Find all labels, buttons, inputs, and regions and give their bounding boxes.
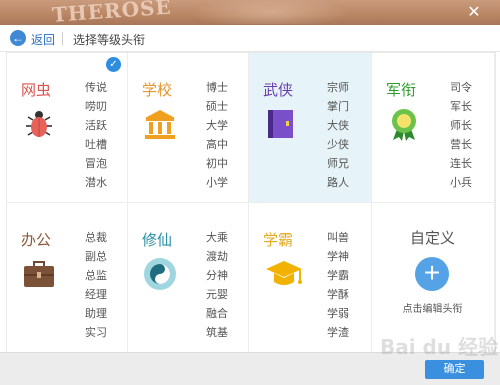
rank-item[interactable]: 总裁 [85, 229, 107, 248]
close-button[interactable]: ✕ [466, 5, 482, 21]
rank-item[interactable]: 学渣 [327, 324, 349, 343]
rank-item[interactable]: 学霸 [327, 267, 349, 286]
rank-item[interactable]: 活跃 [85, 117, 107, 136]
nav-bar: ← 返回 选择等级头衔 [0, 25, 500, 52]
rank-item[interactable]: 融合 [206, 305, 228, 324]
rank-item[interactable]: 潜水 [85, 174, 107, 193]
rank-item[interactable]: 初中 [206, 155, 228, 174]
rank-item[interactable]: 总监 [85, 267, 107, 286]
rank-item[interactable]: 师兄 [327, 155, 349, 174]
rank-item[interactable]: 分神 [206, 267, 228, 286]
category-card[interactable]: 武侠 宗师 掌门 大侠 少侠 师兄 路人 [249, 53, 372, 203]
rank-item[interactable]: 学神 [327, 248, 349, 267]
rank-item[interactable]: 叫兽 [327, 229, 349, 248]
rank-item[interactable]: 小兵 [450, 174, 472, 193]
category-title: 学校 [142, 82, 173, 99]
rank-item[interactable]: 宗师 [327, 79, 349, 98]
rank-item[interactable]: 高中 [206, 136, 228, 155]
category-title: 网虫 [21, 82, 52, 99]
rank-list: 大乘 渡劫 分神 元婴 融合 筑基 [206, 229, 228, 343]
custom-caption: 点击编辑头衔 [402, 304, 463, 315]
rank-item[interactable]: 学酥 [327, 286, 349, 305]
rank-list: 传说 唠叨 活跃 吐槽 冒泡 潜水 [85, 79, 107, 193]
nav-divider [62, 32, 63, 45]
rank-item[interactable]: 师长 [450, 117, 472, 136]
banner-art-glow [190, 0, 350, 24]
back-link[interactable]: 返回 [31, 31, 55, 48]
rank-list: 叫兽 学神 学霸 学酥 学弱 学渣 [327, 229, 349, 343]
briefcase-icon [22, 257, 56, 291]
rank-item[interactable]: 军长 [450, 98, 472, 117]
rank-item[interactable]: 助理 [85, 305, 107, 324]
rank-item[interactable]: 冒泡 [85, 155, 107, 174]
medal-icon [387, 107, 421, 141]
rank-item[interactable]: 吐槽 [85, 136, 107, 155]
category-grid: 网虫 传说 唠叨 活跃 吐槽 冒泡 潜水 ✓ 学校 博士 硕士 大学 高中 初中 小学 武侠 宗师 掌门 大侠 少侠师… [6, 52, 496, 354]
rank-list: 宗师 掌门 大侠 少侠 师兄 路人 [327, 79, 349, 193]
page-title: 选择等级头衔 [73, 33, 146, 47]
rank-item[interactable]: 连长 [450, 155, 472, 174]
rank-list: 总裁 副总 总监 经理 助理 实习 [85, 229, 107, 343]
rank-item[interactable]: 筑基 [206, 324, 228, 343]
category-card[interactable]: 军衔 司令 军长 师长 营长 连长 小兵 [372, 53, 495, 203]
title-banner: THEROSE ✕ [0, 0, 500, 25]
rank-item[interactable]: 硕士 [206, 98, 228, 117]
rank-item[interactable]: 副总 [85, 248, 107, 267]
category-card[interactable]: 修仙 大乘 渡劫 分神 元婴 融合 筑基 [128, 203, 249, 353]
back-arrow-icon[interactable]: ← [10, 30, 26, 46]
selected-check-icon: ✓ [106, 57, 121, 72]
category-title: 军衔 [386, 82, 417, 99]
rank-item[interactable]: 博士 [206, 79, 228, 98]
rank-item[interactable]: 小学 [206, 174, 228, 193]
bug-icon [22, 107, 56, 141]
category-title: 办公 [21, 232, 52, 249]
rank-item[interactable]: 路人 [327, 174, 349, 193]
category-card[interactable]: 学校 博士 硕士 大学 高中 初中 小学 [128, 53, 249, 203]
rank-item[interactable]: 唠叨 [85, 98, 107, 117]
category-title: 修仙 [142, 232, 173, 249]
add-plus-icon[interactable]: + [415, 257, 449, 291]
rank-item[interactable]: 渡劫 [206, 248, 228, 267]
yin-yang-icon [143, 257, 177, 291]
category-card[interactable]: 学霸 叫兽 学神 学霸 学酥 学弱 学渣 [249, 203, 372, 353]
rank-item[interactable]: 元婴 [206, 286, 228, 305]
rank-item[interactable]: 营长 [450, 136, 472, 155]
custom-title: 自定义 [409, 230, 455, 247]
confirm-button[interactable]: 确定 [425, 360, 484, 379]
rank-list: 司令 军长 师长 营长 连长 小兵 [450, 79, 472, 193]
category-card[interactable]: 办公 总裁 副总 总监 经理 助理 实习 [7, 203, 128, 353]
rank-item[interactable]: 经理 [85, 286, 107, 305]
rank-item[interactable]: 大乘 [206, 229, 228, 248]
rank-item[interactable]: 掌门 [327, 98, 349, 117]
martial-book-icon [264, 107, 298, 141]
rank-item[interactable]: 大侠 [327, 117, 349, 136]
category-title: 学霸 [263, 232, 294, 249]
rank-item[interactable]: 司令 [450, 79, 472, 98]
rank-item[interactable]: 学弱 [327, 305, 349, 324]
category-card[interactable]: 网虫 传说 唠叨 活跃 吐槽 冒泡 潜水 ✓ [7, 53, 128, 203]
rank-item[interactable]: 实习 [85, 324, 107, 343]
custom-card[interactable]: 自定义 + 点击编辑头衔 [372, 203, 495, 353]
rank-item[interactable]: 大学 [206, 117, 228, 136]
category-title: 武侠 [263, 82, 294, 99]
rank-item[interactable]: 少侠 [327, 136, 349, 155]
banner-art-text: THEROSE [51, 0, 173, 25]
school-building-icon [143, 107, 177, 141]
rank-list: 博士 硕士 大学 高中 初中 小学 [206, 79, 228, 193]
graduation-cap-icon [264, 257, 302, 291]
rank-item[interactable]: 传说 [85, 79, 107, 98]
